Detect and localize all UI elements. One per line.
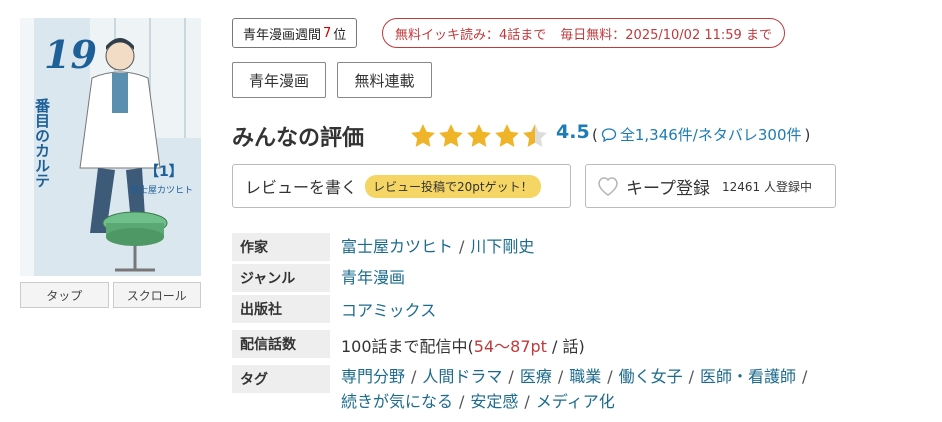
heart-icon xyxy=(598,177,618,196)
episodes-suffix: / 話) xyxy=(546,337,585,356)
tag-link[interactable]: 医師・看護師 xyxy=(700,367,796,386)
rating-score: 4.5 xyxy=(556,121,590,143)
cover-number: 19 xyxy=(44,32,97,77)
ranking-badge[interactable]: 青年漫画週間 7 位 xyxy=(232,18,358,48)
separator: / xyxy=(459,392,465,411)
tag-link[interactable]: 人間ドラマ xyxy=(422,367,502,386)
episodes-price: 54〜87pt xyxy=(473,337,547,356)
tag-link[interactable]: メディア化 xyxy=(536,392,615,411)
separator: / xyxy=(459,237,465,256)
separator: / xyxy=(557,367,564,386)
tags-label: タグ xyxy=(232,365,330,393)
tap-button[interactable]: タップ xyxy=(20,282,109,308)
episodes-prefix: 100話まで配信中( xyxy=(341,337,474,356)
write-review-label: レビューを書く xyxy=(245,178,358,197)
rating-title: みんなの評価 xyxy=(232,126,365,151)
ranking-prefix: 青年漫画週間 xyxy=(243,27,322,43)
episodes-value: 100話まで配信中(54〜87pt / 話) xyxy=(341,333,585,357)
ranking-suffix: 位 xyxy=(333,27,347,43)
rating-stars xyxy=(409,122,549,150)
tag-link[interactable]: 働く女子 xyxy=(619,367,683,386)
cover-volume: 【1】 xyxy=(145,164,183,180)
genre-button-seinen[interactable]: 青年漫画 xyxy=(232,62,326,98)
author-link[interactable]: 川下剛史 xyxy=(470,237,534,256)
tag-link[interactable]: 安定感 xyxy=(470,392,518,411)
star-icon xyxy=(439,124,463,147)
tag-link[interactable]: 職業 xyxy=(569,367,601,386)
keep-count: 12461 人登録中 xyxy=(721,179,812,194)
keep-button[interactable]: キープ登録 12461 人登録中 xyxy=(585,164,836,208)
publisher-value: コアミックス xyxy=(341,297,436,321)
publisher-link[interactable]: コアミックス xyxy=(341,301,436,320)
free-binge-text: 無料イッキ読み：4話まで xyxy=(395,27,547,43)
star-icon xyxy=(411,124,435,147)
separator: / xyxy=(802,367,808,386)
review-count-text: 全1,346件/ネタバレ300件 xyxy=(619,126,802,144)
genre-label: ジャンル xyxy=(232,264,330,292)
genre-button-free-serial[interactable]: 無料連載 xyxy=(337,62,432,98)
separator: / xyxy=(607,367,613,386)
star-icon xyxy=(467,124,491,147)
tags-value: 専門分野 / 人間ドラマ / 医療 / 職業 / 働く女子 / 医師・看護師 / 続きが気になる / 安定感… xyxy=(341,364,901,414)
free-campaign-badge: 無料イッキ読み：4話まで 毎日無料：2025/10/02 11:59 まで xyxy=(382,18,785,48)
star-half-icon xyxy=(523,124,547,147)
daily-free-text: 毎日無料：2025/10/02 11:59 まで xyxy=(560,27,772,43)
tag-link[interactable]: 専門分野 xyxy=(341,367,405,386)
separator: / xyxy=(411,367,417,386)
ranking-number: 7 xyxy=(323,25,332,41)
close-paren: ) xyxy=(804,125,811,144)
tag-link[interactable]: 医療 xyxy=(520,367,552,386)
star-icon xyxy=(495,124,519,147)
author-link[interactable]: 富士屋カツヒト xyxy=(341,237,453,256)
write-review-button[interactable]: レビューを書く レビュー投稿で20ptゲット！ xyxy=(232,164,571,208)
genre-value: 青年漫画 xyxy=(341,264,405,288)
tag-link[interactable]: 続きが気になる xyxy=(341,392,453,411)
cover-image[interactable]: 19 番目のカルテ 【1】 富士屋カツヒト xyxy=(20,18,201,276)
cover-title: 番目のカルテ xyxy=(33,97,51,188)
review-count-link[interactable]: ( 全1,346件/ネタバレ300件 ) xyxy=(592,124,810,145)
episodes-label: 配信話数 xyxy=(232,330,330,358)
separator: / xyxy=(688,367,695,386)
author-label: 作家 xyxy=(232,233,330,261)
review-promo-badge: レビュー投稿で20ptゲット！ xyxy=(365,174,541,198)
author-value: 富士屋カツヒト / 川下剛史 xyxy=(341,233,534,257)
scroll-button[interactable]: スクロール xyxy=(112,282,201,308)
keep-label: キープ登録 xyxy=(626,178,710,199)
publisher-label: 出版社 xyxy=(232,295,330,323)
separator: / xyxy=(508,367,514,386)
separator: / xyxy=(524,392,530,411)
cover-author: 富士屋カツヒト xyxy=(130,184,193,196)
genre-link[interactable]: 青年漫画 xyxy=(341,268,405,287)
view-mode-buttons: タップ スクロール xyxy=(20,282,201,308)
open-paren: ( xyxy=(592,125,598,144)
comment-icon xyxy=(601,127,617,142)
